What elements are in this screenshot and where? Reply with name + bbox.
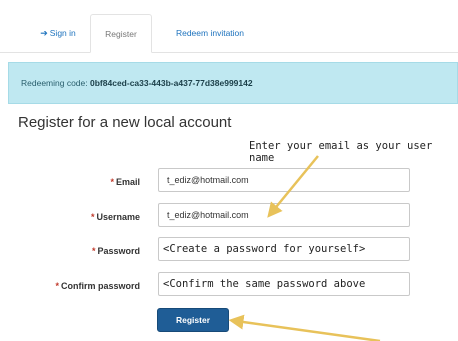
confirm-password-label: * Confirm password: [0, 281, 140, 291]
tab-bar: ➔ Sign in Register Redeem invitation: [0, 14, 458, 53]
page-title: Register for a new local account: [18, 114, 232, 131]
email-label: * Email: [0, 177, 140, 187]
password-label: * Password: [0, 246, 140, 256]
email-label-text: Email: [115, 177, 140, 187]
tab-sign-in-label: Sign in: [49, 28, 76, 38]
required-mark: *: [110, 177, 114, 187]
email-field[interactable]: t_ediz@hotmail.com: [158, 168, 410, 192]
required-mark: *: [55, 281, 59, 291]
arrow-to-register-button: [228, 314, 381, 341]
password-label-text: Password: [97, 246, 140, 256]
redeem-code: 0bf84ced-ca33-443b-a437-77d38e999142: [90, 78, 253, 88]
redeem-code-banner: Redeeming code: 0bf84ced-ca33-443b-a437-…: [8, 62, 458, 104]
username-field[interactable]: t_ediz@hotmail.com: [158, 203, 410, 227]
sign-in-icon: ➔: [40, 28, 48, 38]
required-mark: *: [90, 212, 95, 222]
banner-prefix: Redeeming code:: [21, 78, 88, 88]
confirm-password-field[interactable]: <Confirm the same password above: [158, 272, 410, 296]
password-field[interactable]: <Create a password for yourself>: [158, 237, 410, 261]
username-label: * Username: [0, 212, 140, 222]
required-mark: *: [91, 246, 96, 256]
tab-redeem-label: Redeem invitation: [175, 28, 245, 38]
register-page: ➔ Sign in Register Redeem invitation Rede…: [0, 0, 458, 341]
register-button[interactable]: Register: [157, 308, 229, 332]
tab-register-label: Register: [105, 29, 137, 39]
email-hint-annotation: Enter your email as your user name: [249, 140, 433, 164]
tab-redeem-invitation[interactable]: Redeem invitation: [160, 14, 260, 52]
username-label-text: Username: [96, 212, 140, 222]
tab-register[interactable]: Register: [90, 14, 152, 53]
confirm-password-label-text: Confirm password: [60, 281, 140, 291]
tab-sign-in[interactable]: ➔ Sign in: [28, 14, 88, 52]
